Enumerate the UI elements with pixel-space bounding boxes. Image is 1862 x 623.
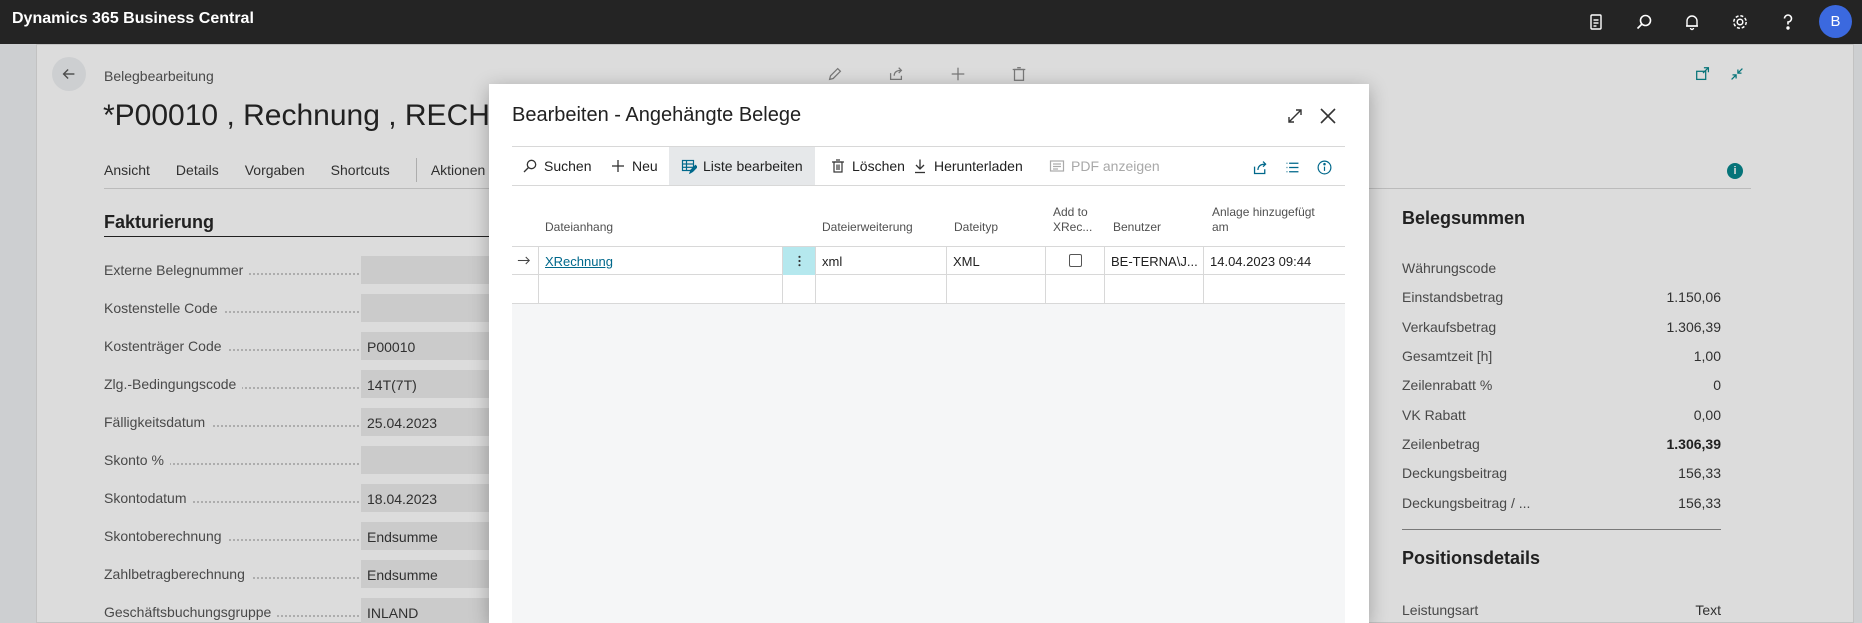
plus-icon <box>612 160 624 172</box>
download-button[interactable]: Herunterladen <box>912 147 1023 185</box>
cell-file[interactable] <box>539 275 783 303</box>
edit-list-button[interactable]: Liste bearbeiten <box>669 147 815 185</box>
new-button[interactable]: Neu <box>610 147 658 185</box>
row-indicator <box>512 247 539 275</box>
bell-icon[interactable] <box>1677 7 1707 37</box>
edit-list-icon <box>681 159 697 174</box>
table-row[interactable]: XRechnung xml XML BE-TERNA\J... 14.04.20… <box>512 246 1345 275</box>
column-header-add-to-xrechnung[interactable]: Add to XRec... <box>1053 205 1092 235</box>
app-title[interactable]: Dynamics 365 Business Central <box>12 10 254 28</box>
cell-added[interactable]: 14.04.2023 09:44 <box>1204 247 1345 275</box>
cell-user[interactable]: BE-TERNA\J... <box>1105 247 1204 275</box>
cell-added[interactable] <box>1204 275 1345 303</box>
table-row-empty[interactable] <box>512 275 1345 304</box>
list-view-icon[interactable] <box>1282 157 1302 177</box>
pdf-icon <box>1049 160 1065 172</box>
column-header-added[interactable]: Anlage hinzugefügt am <box>1212 205 1315 235</box>
avatar[interactable]: B <box>1819 5 1852 38</box>
help-icon[interactable] <box>1773 7 1803 37</box>
row-indicator <box>512 275 539 303</box>
cell-type[interactable] <box>947 275 1046 303</box>
delete-button[interactable]: Löschen <box>830 147 905 185</box>
trash-icon <box>832 159 844 173</box>
top-bar: Dynamics 365 Business Central B <box>0 0 1862 44</box>
cell-menu[interactable] <box>783 275 816 303</box>
grid-header: Dateianhang Dateierweiterung Dateityp Ad… <box>512 205 1345 246</box>
cell-add-to-xrechnung[interactable] <box>1046 247 1105 275</box>
cell-extension[interactable] <box>816 275 947 303</box>
cell-user[interactable] <box>1105 275 1204 303</box>
add-to-xrechnung-checkbox[interactable] <box>1068 254 1082 267</box>
search-icon <box>523 159 537 173</box>
dialog-toolbar: Suchen Neu Liste bearbeiten Löschen Heru… <box>512 146 1345 186</box>
cell-extension[interactable]: xml <box>816 247 947 275</box>
column-header-type[interactable]: Dateityp <box>954 220 998 235</box>
column-header-file[interactable]: Dateianhang <box>545 220 613 235</box>
search-button[interactable]: Suchen <box>522 147 591 185</box>
gear-icon[interactable] <box>1725 7 1755 37</box>
share-icon[interactable] <box>1250 157 1270 177</box>
column-header-extension[interactable]: Dateierweiterung <box>822 220 913 235</box>
arrow-right-icon <box>517 256 530 265</box>
expand-icon[interactable] <box>1282 103 1308 129</box>
close-icon[interactable] <box>1315 103 1341 129</box>
attachments-dialog: Bearbeiten - Angehängte Belege Suchen Ne… <box>489 84 1369 623</box>
dialog-title: Bearbeiten - Angehängte Belege <box>512 104 802 126</box>
file-link[interactable]: XRechnung <box>545 254 613 269</box>
attachments-grid: Dateianhang Dateierweiterung Dateityp Ad… <box>512 205 1345 623</box>
search-icon[interactable] <box>1629 7 1659 37</box>
cell-add-to-xrechnung[interactable] <box>1046 275 1105 303</box>
pdf-view-button[interactable]: PDF anzeigen <box>1049 147 1160 185</box>
info-icon[interactable] <box>1314 157 1334 177</box>
download-icon <box>915 159 925 174</box>
more-vertical-icon <box>797 255 801 267</box>
cell-file[interactable]: XRechnung <box>539 247 783 275</box>
cell-type[interactable]: XML <box>947 247 1046 275</box>
document-icon[interactable] <box>1581 7 1611 37</box>
column-header-user[interactable]: Benutzer <box>1113 220 1161 235</box>
row-menu-button[interactable] <box>783 247 816 275</box>
